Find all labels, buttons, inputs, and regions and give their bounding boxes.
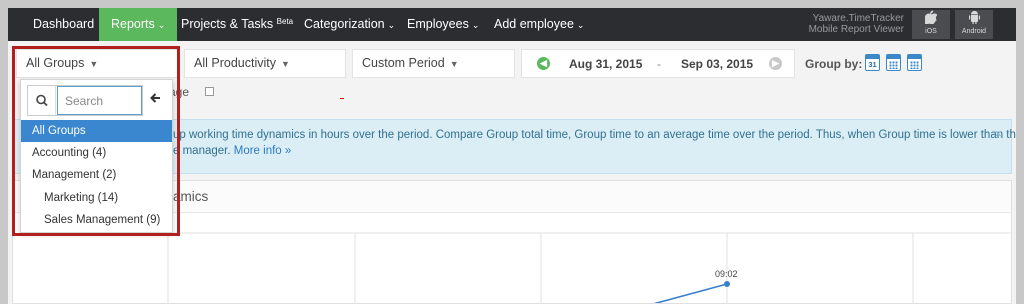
apple-icon <box>912 10 950 28</box>
app-frame: Dashboard Reports ⌄ Projects & Tasks Beta… <box>8 8 1016 304</box>
period-select-value: Custom Period <box>362 56 445 70</box>
mobile-viewer-line2: Mobile Report Viewer <box>808 24 904 35</box>
data-point[interactable] <box>724 281 730 287</box>
nav-label: Dashboard <box>33 17 95 31</box>
calendar-day-number: 31 <box>868 60 877 69</box>
nav-projects-tasks[interactable]: Projects & Tasks Beta <box>169 8 305 41</box>
series-line <box>653 283 728 303</box>
date-separator: - <box>657 57 661 71</box>
red-marker <box>340 98 344 99</box>
calendar-day-icon[interactable]: 31 <box>865 54 880 71</box>
chevron-down-icon: ⌄ <box>471 20 480 30</box>
nav-label: Employees <box>407 17 469 31</box>
nav-reports[interactable]: Reports ⌄ <box>99 8 178 41</box>
productivity-select[interactable]: All Productivity ▼ <box>184 49 346 78</box>
highlight-frame <box>12 46 180 236</box>
more-info-link[interactable]: More info » <box>234 145 292 157</box>
ios-button[interactable]: iOS <box>912 10 950 39</box>
caret-down-icon: ▼ <box>449 59 459 69</box>
info-text-line2: e manager. More info » <box>173 145 291 157</box>
android-button[interactable]: Android <box>955 10 993 39</box>
nav-add-employee[interactable]: Add employee ⌄ <box>482 8 596 41</box>
nav-dashboard[interactable]: Dashboard <box>21 8 106 41</box>
nav-label: Projects & Tasks <box>181 17 274 31</box>
date-range-picker: ◀ Aug 31, 2015 - Sep 03, 2015 ▶ <box>521 49 795 78</box>
nav-label: Categorization <box>304 17 385 31</box>
nav-employees[interactable]: Employees ⌄ <box>395 8 491 41</box>
info-text-line1: up working time dynamics in hours over t… <box>173 129 1016 141</box>
close-icon[interactable]: × <box>994 126 1002 141</box>
nav-categorization[interactable]: Categorization ⌄ <box>292 8 407 41</box>
mobile-viewer-line1: Yaware.TimeTracker <box>812 13 904 24</box>
android-label: Android <box>961 28 987 35</box>
info-text-line2-prefix: e manager. <box>173 145 231 157</box>
ios-label: iOS <box>925 28 937 35</box>
date-to[interactable]: Sep 03, 2015 <box>681 57 753 71</box>
beta-badge: Beta <box>276 17 294 26</box>
chevron-down-icon: ⌄ <box>157 20 166 30</box>
group-by-label: Group by: <box>805 57 863 71</box>
nav-label: Reports <box>111 17 155 31</box>
caret-down-icon: ▼ <box>280 59 290 69</box>
date-from[interactable]: Aug 31, 2015 <box>569 57 642 71</box>
data-label: 09:02 <box>715 269 738 279</box>
calendar-month-icon[interactable] <box>907 54 922 71</box>
mobile-viewer-text: Yaware.TimeTracker Mobile Report Viewer <box>788 13 904 35</box>
next-period-button[interactable]: ▶ <box>769 57 782 70</box>
previous-period-button[interactable]: ◀ <box>537 57 550 70</box>
chevron-down-icon: ⌄ <box>576 20 585 30</box>
period-select[interactable]: Custom Period ▼ <box>352 49 515 78</box>
productivity-select-value: All Productivity <box>194 56 276 70</box>
top-navigation: Dashboard Reports ⌄ Projects & Tasks Beta… <box>8 8 1016 41</box>
android-icon <box>955 10 993 28</box>
nav-label: Add employee <box>494 17 574 31</box>
calendar-week-icon[interactable] <box>886 54 901 71</box>
average-checkbox[interactable] <box>205 87 214 96</box>
